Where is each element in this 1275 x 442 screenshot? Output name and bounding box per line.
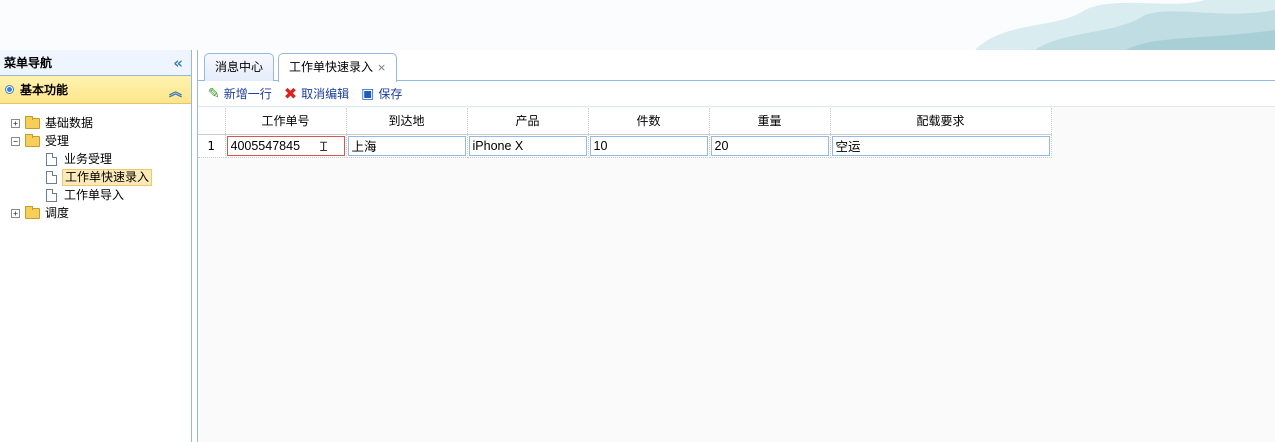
- cell-loading-requirement[interactable]: [830, 134, 1052, 158]
- tab-label: 消息中心: [215, 60, 264, 74]
- tree-node-basic-data[interactable]: + 基础数据: [0, 114, 191, 132]
- expand-icon[interactable]: +: [11, 118, 20, 128]
- floppy-disk-icon: ▣: [361, 85, 375, 102]
- nav-title: 菜单导航: [4, 56, 53, 70]
- tree-node-acceptance[interactable]: − 受理: [0, 132, 191, 150]
- add-row-button[interactable]: ✎ 新增一行: [208, 85, 272, 102]
- tree-label: 受理: [45, 133, 70, 148]
- toolbar: ✎ 新增一行 ✖ 取消编辑 ▣ 保存: [198, 81, 1275, 107]
- cancel-edit-label: 取消编辑: [301, 87, 350, 101]
- tree-label: 调度: [45, 205, 70, 220]
- row-number: 1: [198, 134, 226, 158]
- tree-label-selected: 工作单快速录入: [62, 168, 153, 186]
- document-icon: [46, 152, 57, 166]
- collapse-left-icon[interactable]: «: [173, 54, 183, 72]
- nav-header: 菜单导航 «: [0, 50, 191, 76]
- folder-icon: [25, 205, 40, 219]
- loading-requirement-input[interactable]: [831, 135, 1050, 156]
- tree-label: 业务受理: [64, 151, 113, 166]
- banner-map-graphic: [975, 0, 1275, 50]
- tree-label: 基础数据: [45, 115, 94, 130]
- rownum-header: [198, 108, 226, 135]
- chevron-up-icon[interactable]: ︽: [169, 81, 182, 100]
- pencil-icon: ✎: [208, 85, 220, 102]
- cell-count[interactable]: [588, 134, 710, 158]
- section-title: 基本功能: [20, 83, 69, 97]
- cell-destination[interactable]: [346, 134, 468, 158]
- main-panel: 消息中心 工作单快速录入 × ✎ 新增一行 ✖ 取消编辑 ▣ 保存 工作单号 到达…: [197, 50, 1275, 442]
- cell-product[interactable]: [467, 134, 589, 158]
- tab-label: 工作单快速录入: [289, 60, 374, 74]
- grid-header-row: 工作单号 到达地 产品 件数 重量 配载要求: [198, 108, 1052, 135]
- tab-quick-entry[interactable]: 工作单快速录入 ×: [278, 53, 398, 82]
- count-input[interactable]: [589, 135, 708, 156]
- folder-icon: [25, 115, 40, 129]
- tab-bar: 消息中心 工作单快速录入 ×: [198, 50, 1275, 82]
- section-bullet-icon: [6, 86, 13, 93]
- cancel-edit-button[interactable]: ✖ 取消编辑: [284, 84, 349, 103]
- column-header-loading-requirement[interactable]: 配载要求: [830, 108, 1052, 135]
- column-header-destination[interactable]: 到达地: [346, 108, 468, 135]
- weight-input[interactable]: [710, 135, 829, 156]
- folder-open-icon: [25, 133, 40, 147]
- text-cursor-icon: Ɪ: [320, 140, 328, 155]
- tree-node-business-acceptance[interactable]: 业务受理: [0, 150, 191, 168]
- nav-tree: + 基础数据 − 受理 业务受理 工作单快速录入 工作单导入 + 调度: [0, 104, 191, 222]
- expand-icon[interactable]: +: [11, 208, 20, 218]
- destination-input[interactable]: [347, 135, 466, 156]
- product-input[interactable]: [468, 135, 587, 156]
- column-header-weight[interactable]: 重量: [709, 108, 831, 135]
- document-icon: [46, 170, 57, 184]
- cancel-x-icon: ✖: [283, 84, 298, 103]
- tab-message-center[interactable]: 消息中心: [204, 53, 275, 81]
- column-header-waybill-no[interactable]: 工作单号: [225, 108, 347, 135]
- top-banner: [0, 0, 1275, 50]
- collapse-icon[interactable]: −: [11, 136, 20, 146]
- left-nav-panel: 菜单导航 « 基本功能 ︽ + 基础数据 − 受理 业务受理 工作单快速录入 工…: [0, 50, 192, 442]
- tree-node-quick-entry[interactable]: 工作单快速录入: [0, 168, 191, 186]
- cell-waybill-no[interactable]: [225, 134, 347, 158]
- tree-node-import[interactable]: 工作单导入: [0, 186, 191, 204]
- save-label: 保存: [378, 87, 403, 101]
- tree-node-dispatch[interactable]: + 调度: [0, 204, 191, 222]
- column-header-count[interactable]: 件数: [588, 108, 710, 135]
- document-icon: [46, 188, 57, 202]
- close-icon[interactable]: ×: [377, 61, 386, 74]
- accordion-basic-functions[interactable]: 基本功能 ︽: [0, 76, 191, 104]
- save-button[interactable]: ▣ 保存: [361, 85, 402, 102]
- cell-weight[interactable]: [709, 134, 831, 158]
- tree-label: 工作单导入: [64, 187, 125, 202]
- column-header-product[interactable]: 产品: [467, 108, 589, 135]
- add-row-label: 新增一行: [223, 87, 272, 101]
